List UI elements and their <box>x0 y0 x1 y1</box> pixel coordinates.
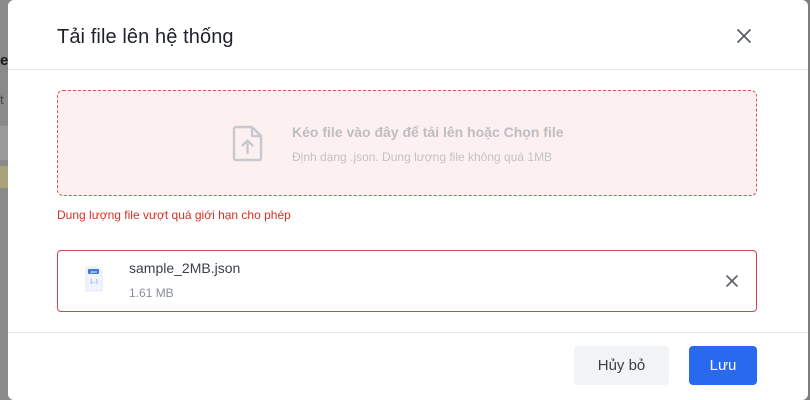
background-text-fragment: t <box>0 92 4 107</box>
dropzone-title: Kéo file vào đây để tải lên hoặc Chọn fi… <box>292 124 564 140</box>
file-name: sample_2MB.json <box>129 260 241 276</box>
json-file-icon: .json {...} <box>85 266 103 292</box>
upload-modal: Tải file lên hệ thống Kéo file vào đây đ… <box>8 0 808 400</box>
modal-title: Tải file lên hệ thống <box>57 26 234 48</box>
close-icon <box>726 275 738 287</box>
modal-footer: Hủy bỏ Lưu <box>8 332 808 400</box>
modal-header: Tải file lên hệ thống <box>8 0 808 70</box>
json-glyph: {...} <box>90 279 98 285</box>
cancel-button[interactable]: Hủy bỏ <box>574 346 669 385</box>
uploaded-file-item: .json {...} sample_2MB.json 1.61 MB <box>57 250 757 312</box>
remove-file-button[interactable] <box>724 273 740 289</box>
close-icon <box>737 29 751 43</box>
file-upload-icon <box>232 125 263 162</box>
file-size: 1.61 MB <box>129 286 174 300</box>
dropzone-hint: Định dạng .json. Dung lượng file không q… <box>292 150 553 164</box>
error-message: Dung lượng file vượt quá giới hạn cho ph… <box>57 208 291 222</box>
save-button[interactable]: Lưu <box>689 346 757 385</box>
close-button[interactable] <box>733 25 755 47</box>
json-badge-label: .json <box>90 270 98 274</box>
file-dropzone[interactable]: Kéo file vào đây để tải lên hoặc Chọn fi… <box>57 90 757 196</box>
